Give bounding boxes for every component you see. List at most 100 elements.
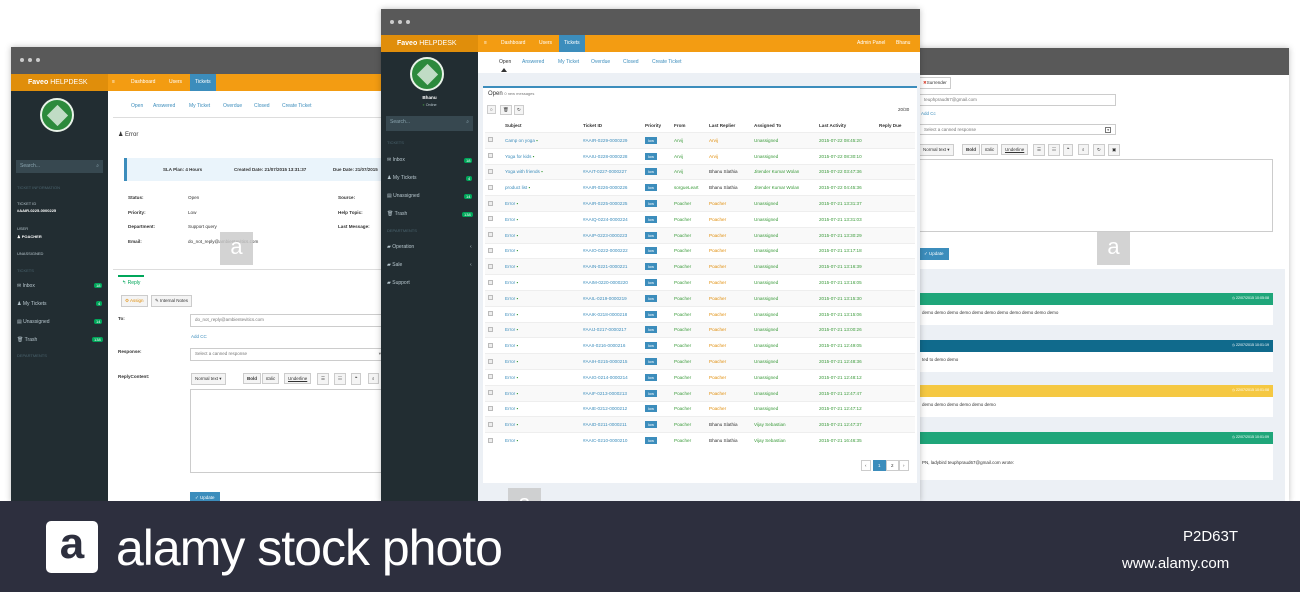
row-checkbox[interactable] [488,374,493,380]
from-link[interactable]: Arvij [674,154,683,159]
page-prev-button[interactable]: ‹ [861,460,871,471]
tab-create-ticket[interactable]: Create Ticket [652,59,681,65]
subject-link[interactable]: Error [505,233,515,238]
row-checkbox[interactable] [488,200,493,206]
nav-users[interactable]: Users [539,40,552,46]
table-row[interactable]: Error ▪ #AAIP-0223-0000223 low Poacher Poach… [485,226,915,244]
table-row[interactable]: Error ▪ #AAII-0216-0000216 low Poacher Poach… [485,337,915,354]
numbered-list-icon[interactable]: ☷ [334,373,347,385]
subject-link[interactable]: Error [505,406,515,411]
surrender-button[interactable]: ✖Surrender [919,77,951,89]
table-row[interactable]: Error ▪ #AAIJ-0217-0000217 low Poacher Poach… [485,321,915,338]
add-cc-link[interactable]: Add Cc [921,111,936,116]
column-header[interactable]: Last Replier [706,119,751,133]
subject-link[interactable]: Error [505,296,515,301]
tab-open[interactable]: Open [499,59,511,65]
table-row[interactable]: Error ▪ #AAIG-0214-0000214 low Poacher Poach… [485,368,915,386]
page-button-1[interactable]: 1 [873,460,886,471]
nav-tickets[interactable]: Tickets [190,74,216,91]
nav-dashboard[interactable]: Dashboard [501,40,525,46]
menu-toggle-icon[interactable]: ≡ [484,40,487,46]
ticket-id-link[interactable]: #AAIO-0222-0000222 [583,248,628,253]
search-input[interactable]: Search... ⌕ [386,116,473,131]
table-row[interactable]: Error ▪ #AAIL-0219-0000219 low Poacher Poach… [485,289,915,307]
ticket-id-link[interactable]: #AAIK-0218-0000218 [583,312,627,317]
reply-textarea[interactable] [190,389,386,473]
row-checkbox[interactable] [488,390,493,396]
subject-link[interactable]: Error [505,375,515,380]
from-link[interactable]: Poacher [674,233,691,238]
subject-link[interactable]: Error [505,248,515,253]
table-row[interactable]: product list ▪ #AAIR-0226-0000226 low sorgu… [485,179,915,196]
row-checkbox[interactable] [488,358,493,364]
from-link[interactable]: Poacher [674,327,691,332]
table-row[interactable]: Error ▪ #AAID-0211-0000211 low Poacher Bhanu… [485,416,915,433]
from-link[interactable]: Poacher [674,422,691,427]
trash-icon[interactable]: 🗑 [500,105,512,115]
ticket-id-link[interactable]: #AAIC-0210-0000210 [583,438,627,443]
tab-my-ticket[interactable]: My Ticket [189,103,210,109]
from-link[interactable]: Poacher [674,343,691,348]
internal-notes-button[interactable]: ✎ Internal Notes [151,295,193,307]
subject-link[interactable]: Yoga for kids [505,154,531,159]
row-checkbox[interactable] [488,295,493,301]
column-header[interactable]: Reply Due [876,119,915,133]
select-all-icon[interactable]: ○ [487,105,496,114]
zoom-icon[interactable]: ⌕ [1078,144,1089,155]
subject-link[interactable]: Error [505,280,515,285]
sidebar-item-unassigned[interactable]: ▤ Unassigned [387,193,420,199]
tab-closed[interactable]: Closed [254,103,270,109]
row-checkbox[interactable] [488,184,493,190]
brand-logo[interactable]: Faveo HELPDESK [381,35,478,52]
dept-item-support[interactable]: ▰ Support [387,280,410,286]
subject-link[interactable]: Error [505,264,515,269]
table-row[interactable]: Error ▪ #AAIF-0213-0000213 low Poacher Poach… [485,384,915,402]
subject-link[interactable]: Error [505,217,515,222]
underline-button[interactable]: Underline [1001,144,1029,155]
row-checkbox[interactable] [488,137,493,143]
sidebar-item-unassigned[interactable]: ▤ Unassigned [17,319,50,325]
ticket-id-link[interactable]: #AAIR-0226-0000226 [583,185,627,190]
email-field[interactable]: teuphpraud67@gmail.com [919,94,1116,106]
numbered-list-icon[interactable]: ☷ [1048,144,1061,156]
image-icon[interactable]: ▣ [1108,144,1121,156]
format-select[interactable]: Normal text ▾ [191,373,226,385]
nav-admin-panel[interactable]: Admin Panel [857,40,885,46]
subject-link[interactable]: Error [505,359,515,364]
nav-tickets[interactable]: Tickets [559,35,585,52]
underline-button[interactable]: Underline [284,373,312,384]
table-row[interactable]: Error ▪ #AAIC-0210-0000210 low Poacher Bhanu… [485,432,915,449]
tab-overdue[interactable]: Overdue [223,103,242,109]
nav-users[interactable]: Users [169,79,182,85]
to-field[interactable]: do_not_reply@ambientevitics.com [190,314,386,327]
brand-logo[interactable]: Faveo HELPDESK [11,74,108,91]
from-link[interactable]: Arvij [674,169,683,174]
sidebar-item-inbox[interactable]: ✉ Inbox [17,283,35,289]
from-link[interactable]: Poacher [674,280,691,285]
row-checkbox[interactable] [488,437,493,443]
row-checkbox[interactable] [488,247,493,253]
subject-link[interactable]: product list [505,185,527,190]
ticket-id-link[interactable]: #AAIM-0220-0000220 [583,280,628,285]
tab-create-ticket[interactable]: Create Ticket [282,103,311,109]
from-link[interactable]: Poacher [674,296,691,301]
refresh-icon[interactable]: ↻ [1093,144,1105,156]
table-row[interactable]: Error ▪ #AAIK-0218-0000218 low Poacher Poach… [485,305,915,323]
row-checkbox[interactable] [488,279,493,285]
ticket-id-link[interactable]: #AAIF-0213-0000213 [583,391,627,396]
tab-my-ticket[interactable]: My Ticket [558,59,579,65]
from-link[interactable]: Poacher [674,217,691,222]
table-row[interactable]: Error ▪ #AAIM-0220-0000220 low Poacher Poach… [485,274,915,291]
sidebar-item-my-tickets[interactable]: ♟ My Tickets [387,175,417,181]
sidebar-item-trash[interactable]: 🗑 Trash [387,211,407,217]
ticket-id-link[interactable]: #AAIL-0219-0000219 [583,296,627,301]
quote-icon[interactable]: ❝ [1063,144,1074,156]
subject-link[interactable]: Error [505,312,515,317]
tab-answered[interactable]: Answered [522,59,544,65]
subject-link[interactable]: Error [505,438,515,443]
from-link[interactable]: Poacher [674,248,691,253]
search-icon[interactable]: ⌕ [466,119,469,125]
table-row[interactable]: Error ▪ #AAIH-0215-0000215 low Poacher Poach… [485,353,915,370]
row-checkbox[interactable] [488,326,493,332]
table-row[interactable]: Error ▪ #AAIN-0221-0000221 low Poacher Poach… [485,258,915,275]
